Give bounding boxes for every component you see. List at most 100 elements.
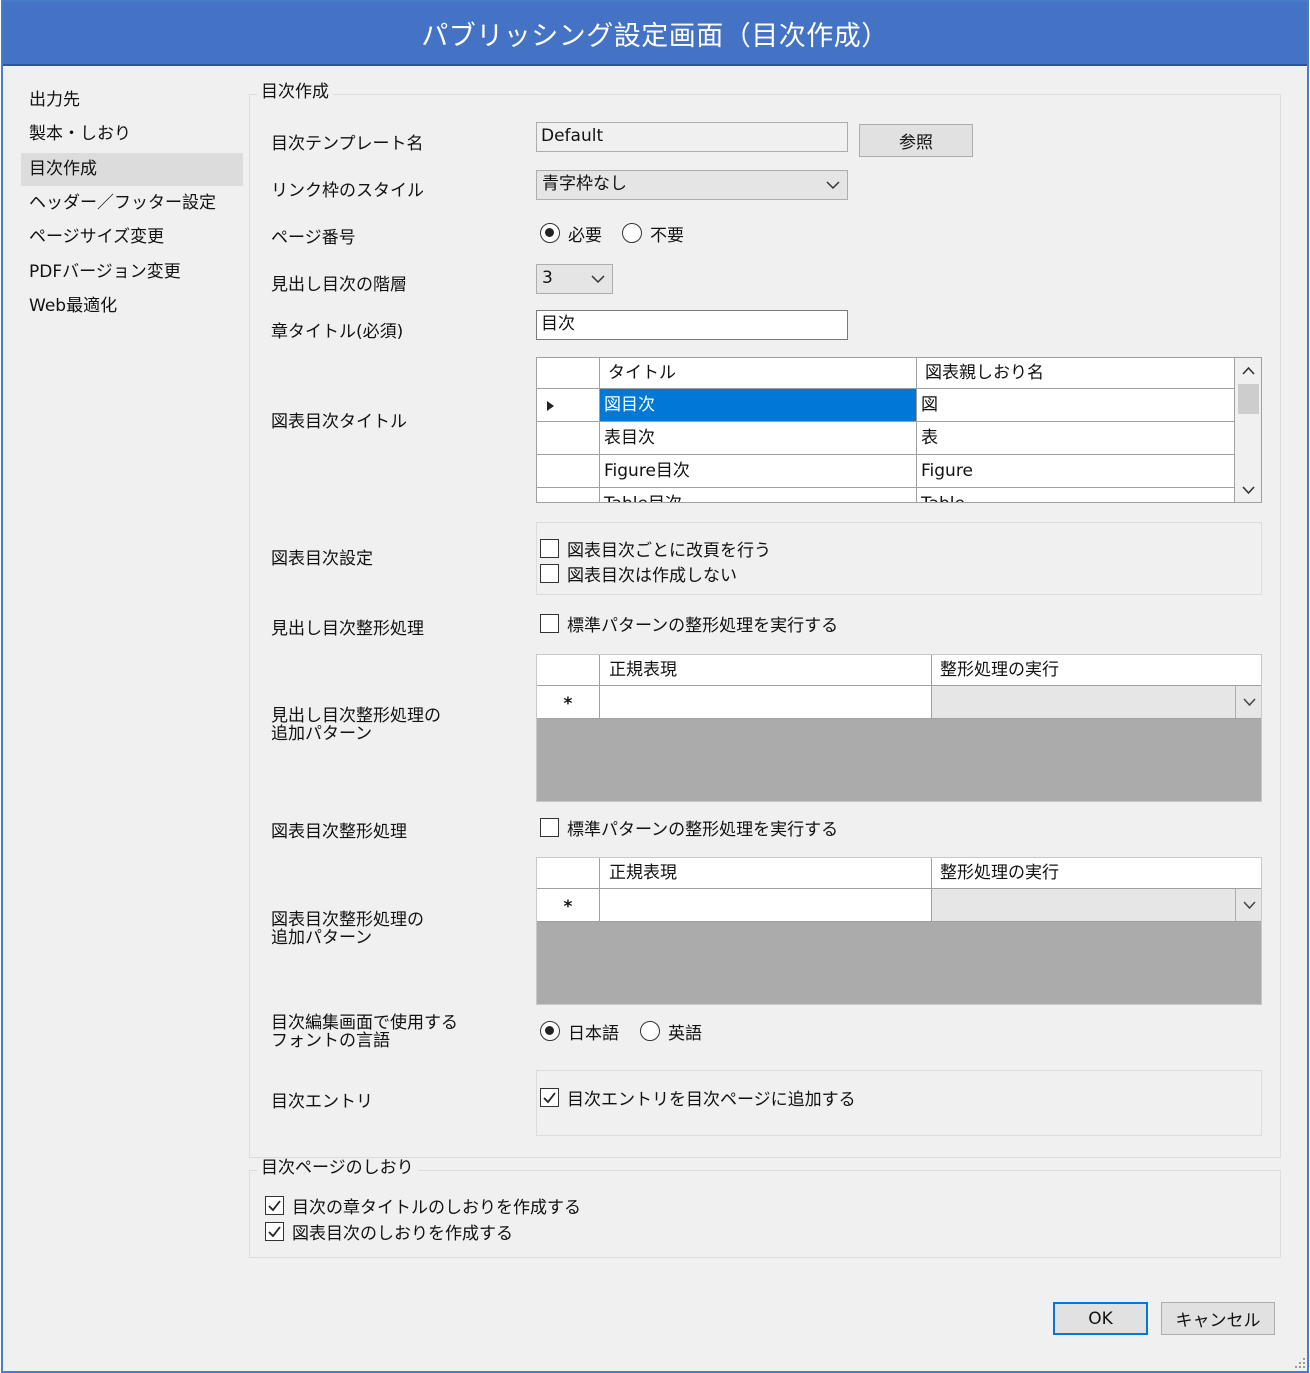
action-select[interactable]	[932, 889, 1261, 922]
table-cell-parent[interactable]: Table	[917, 488, 1235, 502]
heading-format-label: 見出し目次整形処理	[271, 619, 424, 639]
regex-input[interactable]	[600, 889, 932, 922]
column-header-action[interactable]: 整形処理の実行	[932, 858, 1261, 889]
toc-entry-checkbox[interactable]	[540, 1088, 559, 1107]
sidebar-item-web-optimize[interactable]: Web最適化	[21, 290, 243, 323]
ok-button-label: OK	[1088, 1308, 1113, 1329]
language-japanese-radio[interactable]	[540, 1021, 560, 1041]
no-figure-toc-label: 図表目次は作成しない	[567, 566, 737, 586]
toc-entry-option-label: 目次エントリを目次ページに追加する	[567, 1090, 856, 1110]
page-break-checkbox[interactable]	[540, 539, 559, 558]
sidebar-item-binding[interactable]: 製本・しおり	[21, 118, 243, 151]
chevron-down-icon	[1235, 889, 1261, 921]
table-cell-title[interactable]: Table目次	[600, 488, 917, 502]
figure-toc-settings-label: 図表目次設定	[271, 549, 373, 569]
row-pointer-icon	[547, 401, 554, 411]
language-english-radio[interactable]	[640, 1021, 660, 1041]
chevron-down-icon	[590, 265, 606, 293]
heading-format-checkbox[interactable]	[540, 614, 559, 633]
heading-patterns-label-line2: 追加パターン	[271, 724, 373, 744]
figure-format-label: 図表目次整形処理	[271, 822, 407, 842]
page-break-label: 図表目次ごとに改頁を行う	[567, 541, 771, 561]
figure-format-checkbox[interactable]	[540, 818, 559, 837]
row-header-corner	[537, 655, 600, 686]
page-number-label: ページ番号	[271, 228, 356, 248]
new-row-marker[interactable]: *	[537, 889, 600, 922]
sidebar-item-toc[interactable]: 目次作成	[21, 153, 243, 186]
figure-patterns-label: 図表目次整形処理の 追加パターン	[271, 911, 424, 947]
check-icon	[268, 1200, 281, 1212]
resize-grip-icon[interactable]	[1291, 1354, 1307, 1370]
figure-patterns-label-line1: 図表目次整形処理の	[271, 910, 424, 930]
figure-patterns-label-line2: 追加パターン	[271, 928, 373, 948]
table-cell-title[interactable]: Figure目次	[600, 455, 917, 488]
grid-empty-area	[537, 922, 1261, 1004]
figure-patterns-grid[interactable]: 正規表現 整形処理の実行 *	[536, 857, 1262, 1005]
table-cell-parent[interactable]: 表	[917, 422, 1235, 455]
table-cell-parent[interactable]: 図	[917, 389, 1235, 422]
heading-patterns-label: 見出し目次整形処理の 追加パターン	[271, 707, 441, 743]
column-header-title[interactable]: タイトル	[600, 358, 917, 389]
table-cell-parent[interactable]: Figure	[917, 455, 1235, 488]
row-header[interactable]	[537, 488, 600, 502]
template-field[interactable]: Default	[536, 122, 848, 152]
font-language-label-line1: 目次編集画面で使用する	[271, 1013, 458, 1033]
column-header-parent[interactable]: 図表親しおり名	[917, 358, 1235, 389]
heading-level-label: 見出し目次の階層	[271, 275, 407, 295]
chapter-title-field[interactable]: 目次	[536, 310, 848, 340]
language-japanese-label: 日本語	[568, 1024, 619, 1044]
sidebar-item-pdf-version[interactable]: PDFバージョン変更	[21, 256, 243, 289]
regex-input[interactable]	[600, 686, 932, 719]
column-header-action[interactable]: 整形処理の実行	[932, 655, 1261, 686]
vertical-scrollbar[interactable]	[1235, 358, 1261, 502]
grid-empty-area	[537, 719, 1261, 801]
font-language-label-line2: フォントの言語	[271, 1031, 390, 1051]
title-bar: パブリッシング設定画面（目次作成）	[3, 2, 1307, 66]
bookmark-figure-checkbox[interactable]	[265, 1222, 284, 1241]
row-header[interactable]	[537, 455, 600, 488]
chevron-down-icon	[1242, 486, 1255, 495]
link-style-select[interactable]: 青字枠なし	[536, 170, 848, 200]
chevron-up-icon	[1242, 366, 1255, 375]
page-number-not-required-label: 不要	[650, 226, 684, 246]
heading-format-option-label: 標準パターンの整形処理を実行する	[567, 616, 839, 636]
template-label: 目次テンプレート名	[271, 134, 424, 154]
new-row-marker[interactable]: *	[537, 686, 600, 719]
no-figure-toc-checkbox[interactable]	[540, 564, 559, 583]
check-icon	[268, 1226, 281, 1238]
row-header-corner	[537, 358, 600, 389]
table-cell-title[interactable]: 図目次	[600, 389, 917, 422]
cancel-button-label: キャンセル	[1175, 1311, 1261, 1331]
figure-toc-titles-grid[interactable]: タイトル 図表親しおり名 図目次 図 表目次 表 Figure目次 Figure…	[536, 357, 1262, 503]
action-select[interactable]	[932, 686, 1261, 719]
heading-level-select[interactable]: 3	[536, 264, 613, 294]
column-header-regex[interactable]: 正規表現	[600, 858, 932, 889]
link-style-label: リンク枠のスタイル	[271, 181, 424, 201]
column-header-regex[interactable]: 正規表現	[600, 655, 932, 686]
toc-group-title: 目次作成	[257, 82, 333, 102]
heading-patterns-grid[interactable]: 正規表現 整形処理の実行 *	[536, 654, 1262, 802]
sidebar-item-output[interactable]: 出力先	[21, 84, 243, 117]
page-number-required-radio[interactable]	[540, 223, 560, 243]
row-header[interactable]	[537, 389, 600, 422]
browse-button-label: 参照	[899, 133, 933, 153]
browse-button[interactable]: 参照	[859, 124, 973, 157]
sidebar-item-page-size[interactable]: ページサイズ変更	[21, 221, 243, 254]
row-header[interactable]	[537, 422, 600, 455]
toc-entry-label: 目次エントリ	[271, 1092, 373, 1112]
sidebar-item-header-footer[interactable]: ヘッダー／フッター設定	[21, 187, 243, 220]
bookmark-chapter-label: 目次の章タイトルのしおりを作成する	[292, 1198, 581, 1218]
check-icon	[543, 1092, 556, 1104]
bookmark-chapter-checkbox[interactable]	[265, 1196, 284, 1215]
scrollbar-thumb[interactable]	[1238, 384, 1259, 414]
table-cell-title[interactable]: 表目次	[600, 422, 917, 455]
figure-toc-titles-label: 図表目次タイトル	[271, 412, 407, 432]
cancel-button[interactable]: キャンセル	[1161, 1302, 1275, 1335]
bookmark-group-title: 目次ページのしおり	[257, 1158, 418, 1178]
row-header-corner	[537, 858, 600, 889]
heading-patterns-label-line1: 見出し目次整形処理の	[271, 706, 441, 726]
bookmark-figure-label: 図表目次のしおりを作成する	[292, 1224, 513, 1244]
page-number-not-required-radio[interactable]	[622, 223, 642, 243]
window-title: パブリッシング設定画面（目次作成）	[421, 20, 889, 52]
ok-button[interactable]: OK	[1053, 1302, 1148, 1335]
